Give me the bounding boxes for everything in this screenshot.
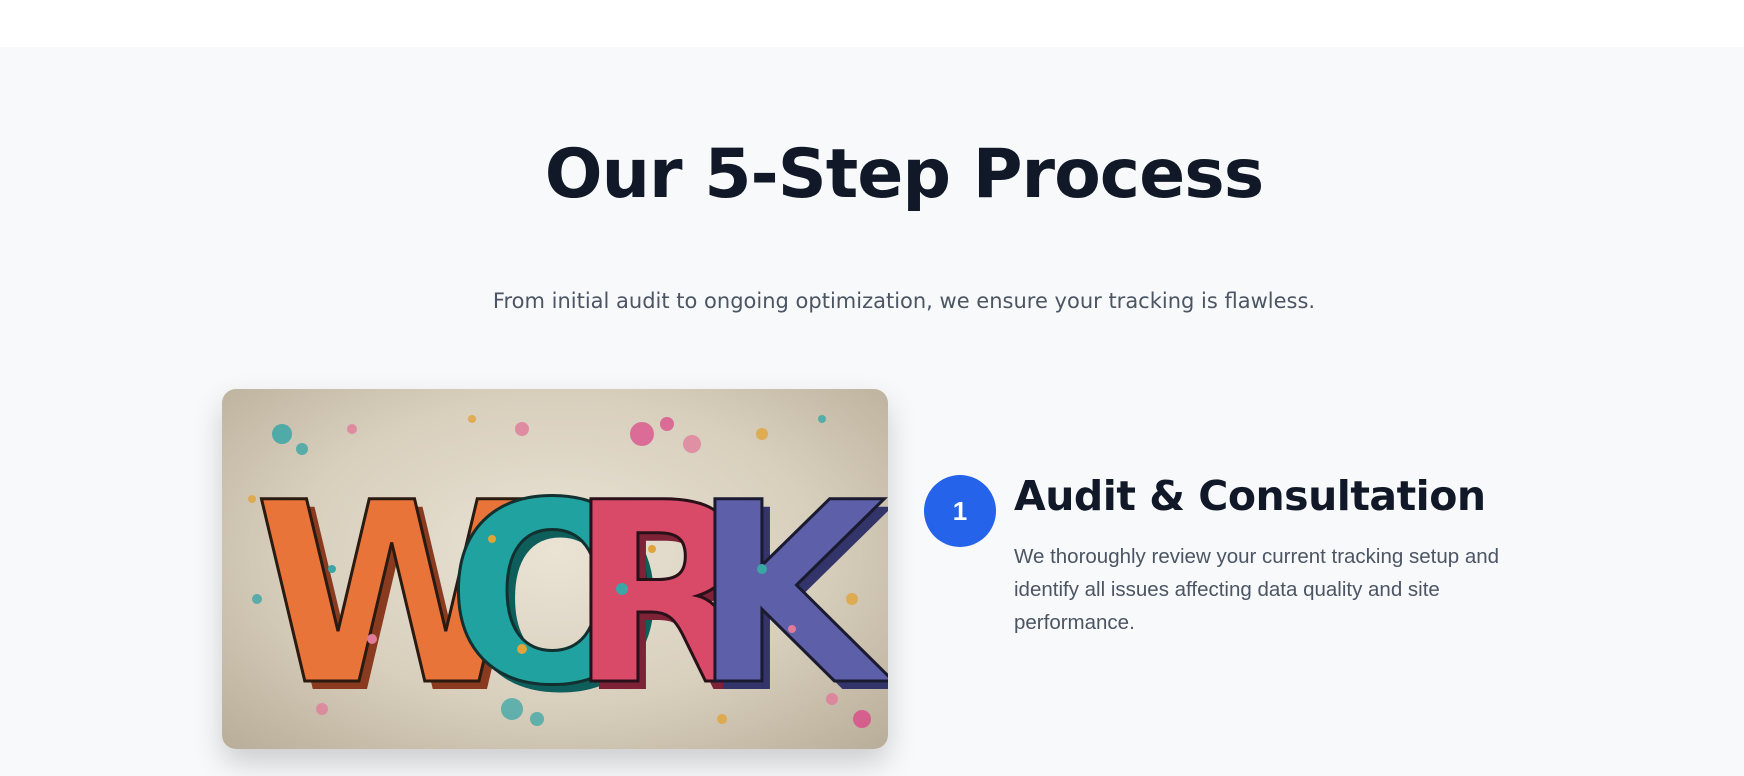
step-description: We thoroughly review your current tracki…	[1014, 545, 1500, 634]
section-subtitle: From initial audit to ongoing optimizati…	[492, 289, 1316, 313]
section-title: Our 5-Step Process	[544, 135, 1264, 214]
work-lettering: W W O O R R K K	[253, 448, 889, 749]
step-number-badge: 1	[924, 475, 996, 547]
top-strip	[0, 0, 1744, 47]
svg-text:K: K	[692, 449, 888, 740]
work-illustration-image: W W O O R R K K	[222, 389, 888, 749]
step-title: Audit & Consultation	[1014, 472, 1486, 520]
